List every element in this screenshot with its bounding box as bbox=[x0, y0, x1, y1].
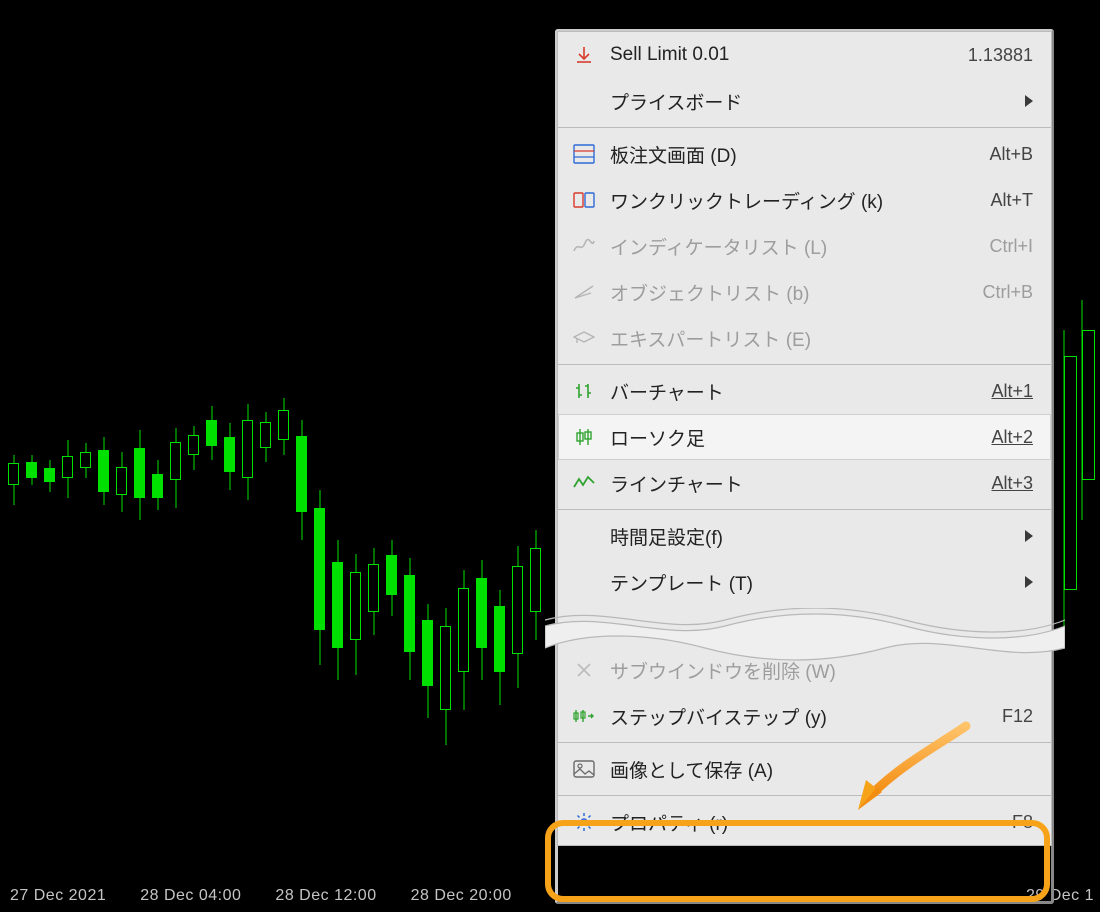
separator bbox=[558, 509, 1051, 510]
submenu-arrow-icon bbox=[1025, 576, 1033, 588]
menu-label: ラインチャート bbox=[610, 470, 991, 497]
menu-depth-of-market[interactable]: 板注文画面 (D) Alt+B bbox=[558, 131, 1051, 177]
menu-label: 板注文画面 (D) bbox=[610, 141, 989, 168]
menu-label: プロパティ (r) bbox=[610, 809, 1012, 836]
shortcut: Alt+2 bbox=[991, 427, 1033, 448]
indicator-icon bbox=[558, 237, 610, 255]
separator bbox=[558, 742, 1051, 743]
menu-bar-chart[interactable]: バーチャート Alt+1 bbox=[558, 368, 1051, 414]
cap-icon bbox=[558, 329, 610, 347]
menu-template[interactable]: テンプレート (T) bbox=[558, 559, 1051, 605]
menu-line-chart[interactable]: ラインチャート Alt+3 bbox=[558, 460, 1051, 506]
menu-delete-subwindow: サブウインドウを削除 (W) bbox=[558, 647, 1051, 693]
menu-price-board[interactable]: プライスボード bbox=[558, 78, 1051, 124]
shortcut: Alt+B bbox=[989, 144, 1033, 165]
menu-object-list: オブジェクトリスト (b) Ctrl+B bbox=[558, 269, 1051, 315]
menu-candlestick[interactable]: ローソク足 Alt+2 bbox=[558, 414, 1051, 460]
menu-label: ステップバイステップ (y) bbox=[610, 703, 1002, 730]
menu-label: テンプレート (T) bbox=[610, 569, 1017, 596]
menu-label: バーチャート bbox=[610, 378, 991, 405]
separator bbox=[558, 364, 1051, 365]
sell-arrow-icon bbox=[558, 45, 610, 65]
submenu-arrow-icon bbox=[1025, 530, 1033, 542]
bar-chart-icon bbox=[558, 381, 610, 401]
menu-properties[interactable]: プロパティ (r) F8 bbox=[558, 799, 1051, 845]
menu-label: ワンクリックトレーディング (k) bbox=[610, 187, 990, 214]
menu-one-click-trading[interactable]: ワンクリックトレーディング (k) Alt+T bbox=[558, 177, 1051, 223]
menu-save-as-image[interactable]: 画像として保存 (A) bbox=[558, 746, 1051, 792]
close-icon bbox=[558, 661, 610, 679]
menu-step-by-step[interactable]: ステップバイステップ (y) F12 bbox=[558, 693, 1051, 739]
depth-icon bbox=[558, 144, 610, 164]
submenu-arrow-icon bbox=[1025, 95, 1033, 107]
image-icon bbox=[558, 760, 610, 778]
shortcut: F12 bbox=[1002, 706, 1033, 727]
separator bbox=[558, 127, 1051, 128]
gear-icon bbox=[558, 812, 610, 832]
candlestick-icon bbox=[558, 427, 610, 447]
separator bbox=[558, 795, 1051, 796]
menu-label: サブウインドウを削除 (W) bbox=[610, 657, 1033, 684]
menu-label: Sell Limit 0.01 bbox=[610, 44, 968, 66]
menu-sell-limit[interactable]: Sell Limit 0.01 1.13881 bbox=[558, 32, 1051, 78]
menu-expert-list: エキスパートリスト (E) bbox=[558, 315, 1051, 361]
shortcut: Ctrl+I bbox=[989, 236, 1033, 257]
menu-label: ローソク足 bbox=[610, 424, 991, 451]
trend-icon bbox=[558, 283, 610, 301]
menu-timeframe[interactable]: 時間足設定(f) bbox=[558, 513, 1051, 559]
context-menu: Sell Limit 0.01 1.13881 プライスボード 板注文画面 (D… bbox=[557, 31, 1052, 846]
x-axis: 27 Dec 2021 28 Dec 04:00 28 Dec 12:00 28… bbox=[0, 880, 1100, 912]
menu-label: 画像として保存 (A) bbox=[610, 756, 1033, 783]
shortcut: F8 bbox=[1012, 812, 1033, 833]
step-icon bbox=[558, 707, 610, 725]
shortcut: Alt+T bbox=[990, 190, 1033, 211]
xaxis-label: 29 Dec 1 bbox=[1026, 887, 1094, 905]
xaxis-label: 28 Dec 20:00 bbox=[411, 887, 512, 905]
menu-label: インディケータリスト (L) bbox=[610, 233, 989, 260]
line-chart-icon bbox=[558, 474, 610, 492]
xaxis-label: 28 Dec 04:00 bbox=[140, 887, 241, 905]
shortcut: Ctrl+B bbox=[982, 282, 1033, 303]
menu-indicator-list: インディケータリスト (L) Ctrl+I bbox=[558, 223, 1051, 269]
one-click-icon bbox=[558, 190, 610, 210]
menu-label: プライスボード bbox=[610, 88, 1017, 115]
menu-label: 時間足設定(f) bbox=[610, 523, 1017, 550]
menu-label: オブジェクトリスト (b) bbox=[610, 279, 982, 306]
price-value: 1.13881 bbox=[968, 45, 1033, 66]
xaxis-label: 28 Dec 12:00 bbox=[275, 887, 376, 905]
menu-label: エキスパートリスト (E) bbox=[610, 325, 1033, 352]
xaxis-label: 27 Dec 2021 bbox=[10, 887, 106, 905]
shortcut: Alt+1 bbox=[991, 381, 1033, 402]
shortcut: Alt+3 bbox=[991, 473, 1033, 494]
